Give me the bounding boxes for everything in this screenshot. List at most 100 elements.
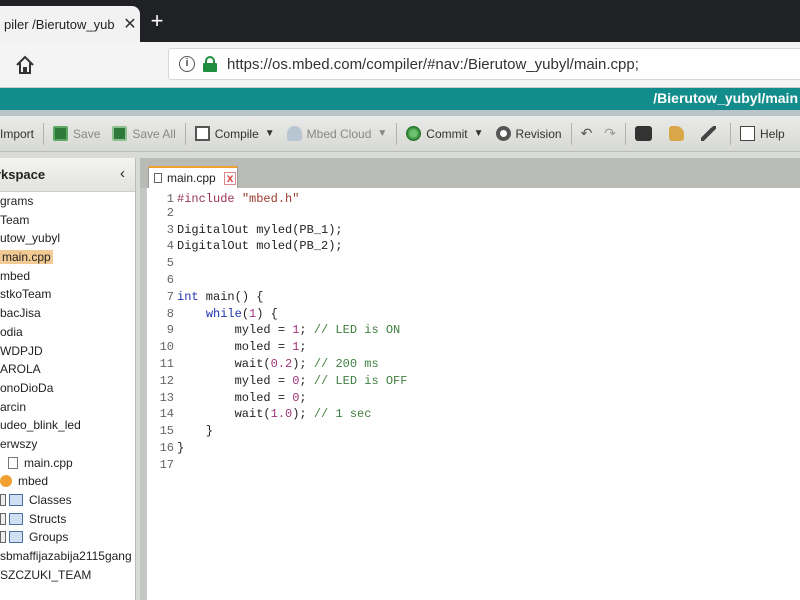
- code-token: DigitalOut moled(PB_2);: [177, 239, 343, 254]
- revision-icon: [495, 126, 511, 141]
- tree-item[interactable]: Classes: [0, 491, 135, 510]
- editor-tab-main-cpp[interactable]: main.cpp x: [148, 166, 238, 188]
- tree-item[interactable]: odia: [0, 323, 135, 342]
- line-number: 8: [166, 306, 174, 321]
- editor-tab-label: main.cpp: [167, 171, 216, 185]
- commit-icon: [406, 126, 422, 141]
- tree-item[interactable]: main.cpp: [0, 454, 135, 473]
- tree-item[interactable]: mbed: [0, 267, 135, 286]
- tree-item-label: main.cpp: [24, 455, 73, 470]
- toolbar-separator: [570, 122, 572, 145]
- chevron-down-icon[interactable]: ▼: [265, 128, 275, 139]
- tree-item[interactable]: mbed: [0, 472, 135, 491]
- save-all-label: Save All: [132, 126, 176, 141]
- code-line: 15 }: [147, 423, 800, 440]
- save-label: Save: [73, 126, 101, 141]
- close-icon[interactable]: x: [223, 171, 237, 185]
- tree-item[interactable]: WDPJD: [0, 342, 135, 361]
- info-icon[interactable]: i: [179, 56, 195, 72]
- tree-item[interactable]: erwszy: [0, 435, 135, 454]
- compile-button[interactable]: Compile ▼: [189, 121, 281, 147]
- tab-close-icon[interactable]: ✕: [120, 14, 140, 34]
- collapse-icon[interactable]: ‹: [120, 165, 125, 182]
- code-token: moled =: [177, 340, 293, 355]
- code-line: 6: [147, 272, 800, 289]
- code-line: 13 moled = 0;: [147, 390, 800, 407]
- mbed-cloud-button[interactable]: Mbed Cloud ▼: [281, 121, 394, 147]
- save-icon: [53, 126, 69, 141]
- workspace-header: orkspace ‹: [0, 158, 135, 192]
- code-editor[interactable]: 1 #include "mbed.h" 2 3 DigitalOut myled(PB_…: [146, 188, 800, 600]
- tree-item[interactable]: Structs: [0, 510, 135, 529]
- chevron-down-icon[interactable]: ▼: [377, 128, 387, 139]
- tree-item[interactable]: sbmaffijazabija2115gang: [0, 547, 135, 566]
- binoculars-icon: [635, 126, 653, 141]
- code-line: 8 while(1) {: [147, 306, 800, 323]
- import-button[interactable]: Import: [0, 121, 40, 147]
- new-tab-button[interactable]: +: [146, 8, 168, 34]
- format-button[interactable]: [695, 121, 727, 147]
- code-token: 0.2: [270, 356, 293, 371]
- header-path: /Bierutow_yubyl/main: [653, 90, 798, 106]
- help-label: Help: [760, 126, 785, 141]
- tree-item[interactable]: main.cpp: [0, 248, 135, 267]
- folder-icon: [9, 512, 23, 525]
- code-token: }: [177, 440, 185, 455]
- tree-item[interactable]: grams: [0, 192, 135, 211]
- code-token: main() {: [198, 289, 264, 304]
- clean-button[interactable]: [663, 121, 695, 147]
- find-button[interactable]: [629, 121, 663, 147]
- tree-item-label: Team: [0, 212, 30, 227]
- code-line: 11 wait(0.2); // 200 ms: [147, 356, 800, 373]
- home-icon[interactable]: [14, 54, 36, 76]
- redo-button[interactable]: ↷: [598, 121, 622, 147]
- code-token: int: [177, 289, 199, 304]
- book-icon: [740, 126, 756, 141]
- revision-button[interactable]: Revision: [490, 121, 568, 147]
- tree-item[interactable]: stkoTeam: [0, 285, 135, 304]
- tree-item[interactable]: bacJisa: [0, 304, 135, 323]
- expand-icon[interactable]: [0, 494, 6, 506]
- code-line: 12 myled = 0; // LED is OFF: [147, 373, 800, 390]
- code-token: moled =: [177, 390, 293, 405]
- browser-tab[interactable]: piler /Bierutow_yub ✕: [0, 6, 140, 42]
- toolbar-separator: [625, 122, 627, 145]
- code-line: 17: [147, 457, 800, 474]
- undo-button[interactable]: ↶: [575, 121, 599, 147]
- tree-item[interactable]: AROLA: [0, 360, 135, 379]
- browser-tab-strip: piler /Bierutow_yub ✕ +: [0, 0, 800, 42]
- redo-icon: ↷: [604, 125, 617, 141]
- tree-item[interactable]: arcin: [0, 398, 135, 417]
- tree-item-label: utow_yubyl: [0, 231, 61, 246]
- code-token: }: [177, 424, 214, 439]
- tree-item-label: erwszy: [0, 436, 38, 451]
- chevron-down-icon[interactable]: ▼: [474, 128, 484, 139]
- url-bar[interactable]: i https://os.mbed.com/compiler/#nav:/Bie…: [168, 48, 800, 80]
- expand-icon[interactable]: [0, 531, 6, 544]
- line-number: 2: [166, 205, 174, 220]
- toolbar-separator: [730, 122, 732, 145]
- cloud-upload-icon: [286, 126, 302, 141]
- tree-item[interactable]: Team: [0, 211, 135, 230]
- line-number: 9: [166, 323, 174, 338]
- expand-icon[interactable]: [0, 512, 6, 525]
- code-line: 2: [147, 205, 800, 222]
- line-number: 7: [166, 289, 174, 304]
- save-all-button[interactable]: Save All: [106, 121, 181, 147]
- workspace-title: orkspace: [0, 167, 46, 182]
- tree-item[interactable]: utow_yubyl: [0, 229, 135, 248]
- code-token: // 1 sec: [313, 407, 372, 422]
- tree-item[interactable]: onoDioDa: [0, 379, 135, 398]
- help-button[interactable]: Help: [734, 121, 791, 147]
- code-token: // 200 ms: [313, 356, 379, 371]
- tree-item[interactable]: udeo_blink_led: [0, 416, 135, 435]
- url-text[interactable]: https://os.mbed.com/compiler/#nav:/Bieru…: [227, 56, 639, 73]
- workspace-sidebar: orkspace ‹ grams Team utow_yubyl main.cpp mb…: [0, 158, 136, 600]
- save-button[interactable]: Save: [47, 121, 106, 147]
- commit-button[interactable]: Commit ▼: [400, 121, 489, 147]
- code-line: 9 myled = 1; // LED is ON: [147, 322, 800, 339]
- line-number: 13: [159, 390, 174, 405]
- tree-item[interactable]: Groups: [0, 528, 135, 547]
- tree-item[interactable]: SZCZUKI_TEAM: [0, 566, 135, 585]
- code-token: 1.0: [270, 407, 293, 422]
